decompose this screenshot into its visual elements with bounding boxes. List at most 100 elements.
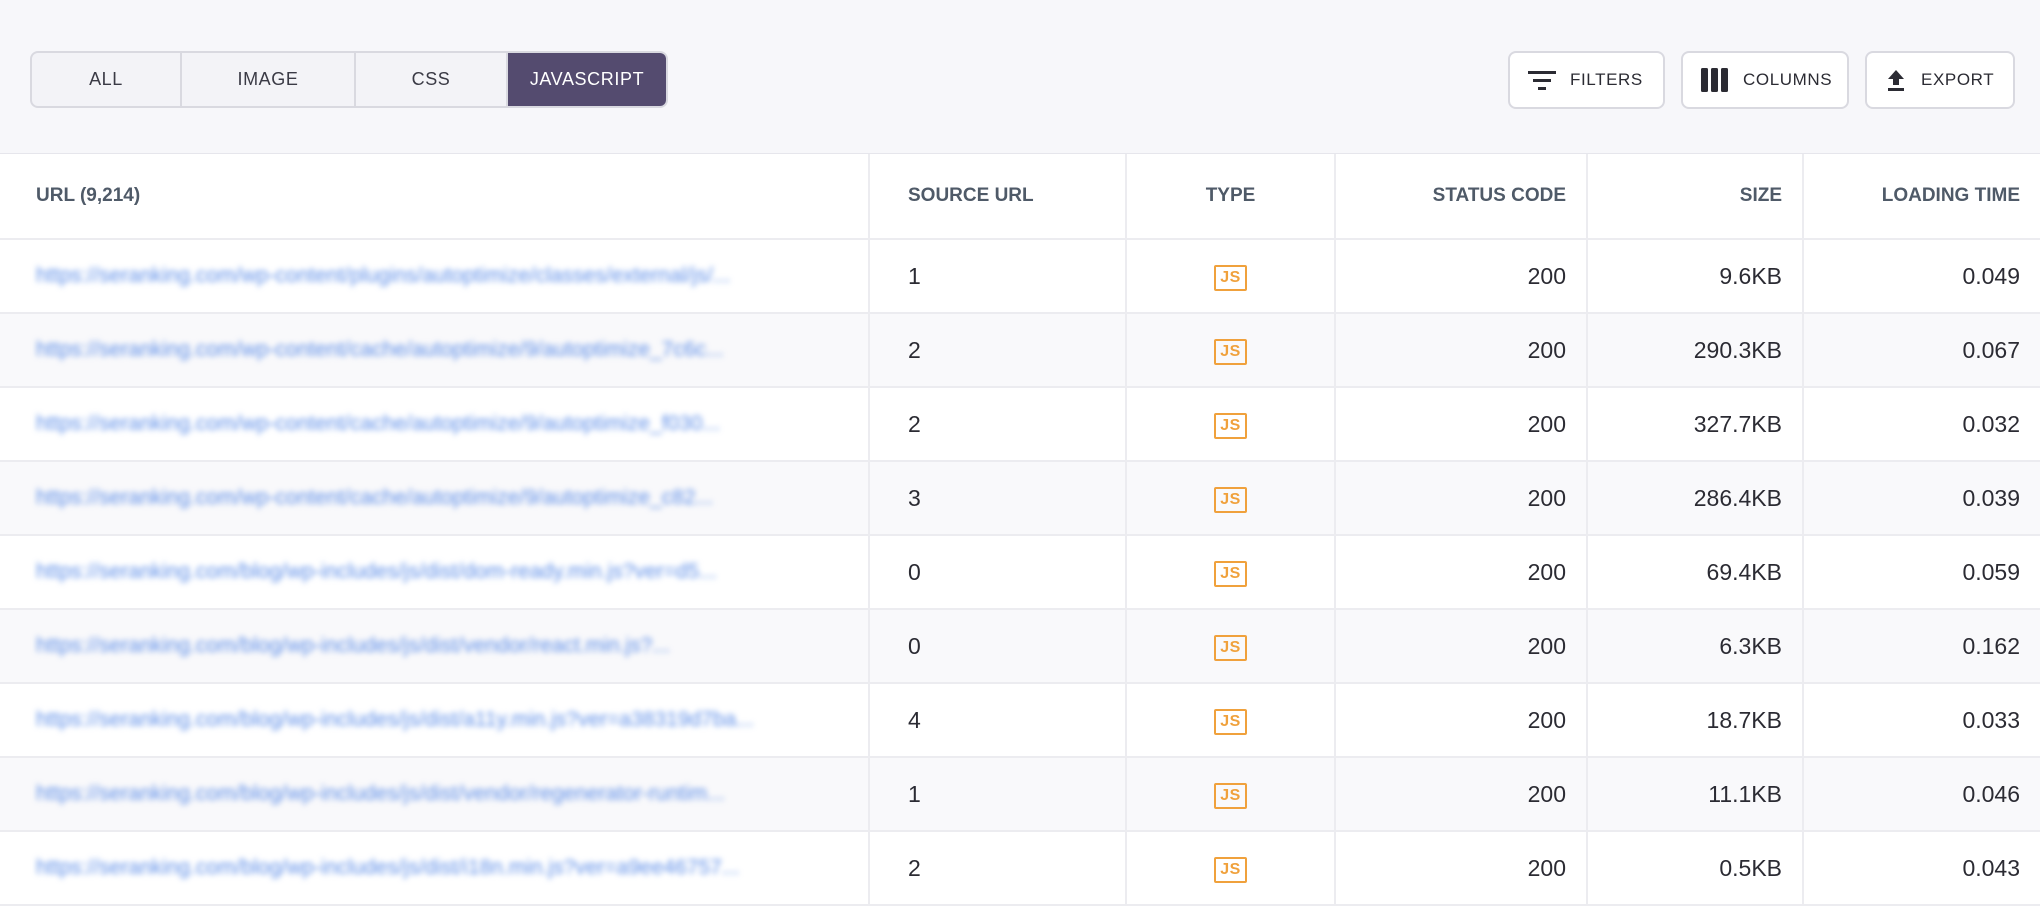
size-cell: 0.5KB bbox=[1587, 831, 1804, 906]
js-badge: JS bbox=[1214, 635, 1247, 661]
source-url-cell[interactable]: 1 bbox=[869, 757, 1127, 832]
column-header-size[interactable]: SIZE bbox=[1587, 154, 1804, 240]
source-url-cell[interactable]: 2 bbox=[869, 831, 1127, 906]
url-cell: https://seranking.com/wp-content/cache/a… bbox=[0, 461, 870, 536]
url-link[interactable]: https://seranking.com/blog/wp-includes/j… bbox=[36, 708, 848, 732]
filter-icon bbox=[1528, 69, 1556, 91]
status-code-cell: 200 bbox=[1335, 313, 1588, 388]
type-cell: JS bbox=[1126, 239, 1336, 314]
table-row: https://seranking.com/wp-content/cache/a… bbox=[0, 313, 2040, 388]
column-header-url[interactable]: URL (9,214) bbox=[0, 154, 870, 240]
loading-time-cell: 0.059 bbox=[1803, 535, 2040, 610]
tab-image[interactable]: IMAGE bbox=[182, 53, 356, 106]
url-cell: https://seranking.com/wp-content/cache/a… bbox=[0, 313, 870, 388]
upload-icon bbox=[1885, 68, 1907, 92]
url-link[interactable]: https://seranking.com/wp-content/plugins… bbox=[36, 264, 848, 288]
status-code-cell: 200 bbox=[1335, 683, 1588, 758]
table-row: https://seranking.com/blog/wp-includes/j… bbox=[0, 535, 2040, 610]
export-label: EXPORT bbox=[1921, 70, 1995, 89]
js-badge: JS bbox=[1214, 339, 1247, 365]
status-code-cell: 200 bbox=[1335, 239, 1588, 314]
url-cell: https://seranking.com/blog/wp-includes/j… bbox=[0, 609, 870, 684]
source-url-cell[interactable]: 2 bbox=[869, 387, 1127, 462]
column-header-source-url[interactable]: SOURCE URL bbox=[869, 154, 1127, 240]
columns-label: COLUMNS bbox=[1743, 70, 1833, 89]
column-header-type[interactable]: TYPE bbox=[1126, 154, 1336, 240]
js-badge: JS bbox=[1214, 265, 1247, 291]
source-url-cell[interactable]: 4 bbox=[869, 683, 1127, 758]
type-cell: JS bbox=[1126, 387, 1336, 462]
status-code-cell: 200 bbox=[1335, 757, 1588, 832]
url-link[interactable]: https://seranking.com/blog/wp-includes/j… bbox=[36, 856, 848, 880]
table-row: https://seranking.com/blog/wp-includes/j… bbox=[0, 609, 2040, 684]
filters-label: FILTERS bbox=[1570, 70, 1643, 89]
size-cell: 286.4KB bbox=[1587, 461, 1804, 536]
type-cell: JS bbox=[1126, 831, 1336, 906]
js-badge: JS bbox=[1214, 783, 1247, 809]
filters-button[interactable]: FILTERS bbox=[1508, 51, 1665, 109]
type-cell: JS bbox=[1126, 683, 1336, 758]
url-cell: https://seranking.com/blog/wp-includes/j… bbox=[0, 535, 870, 610]
type-cell: JS bbox=[1126, 461, 1336, 536]
type-cell: JS bbox=[1126, 313, 1336, 388]
column-header-status-code[interactable]: STATUS CODE bbox=[1335, 154, 1588, 240]
url-link[interactable]: https://seranking.com/wp-content/cache/a… bbox=[36, 486, 848, 510]
table-row: https://seranking.com/wp-content/cache/a… bbox=[0, 387, 2040, 462]
size-cell: 18.7KB bbox=[1587, 683, 1804, 758]
loading-time-cell: 0.162 bbox=[1803, 609, 2040, 684]
url-link[interactable]: https://seranking.com/blog/wp-includes/j… bbox=[36, 560, 848, 584]
url-cell: https://seranking.com/wp-content/cache/a… bbox=[0, 387, 870, 462]
column-header-loading-time[interactable]: LOADING TIME bbox=[1803, 154, 2040, 240]
js-badge: JS bbox=[1214, 857, 1247, 883]
export-button[interactable]: EXPORT bbox=[1865, 51, 2015, 109]
table-header-row: URL (9,214) SOURCE URL TYPE STATUS CODE … bbox=[0, 154, 2040, 240]
loading-time-cell: 0.043 bbox=[1803, 831, 2040, 906]
size-cell: 69.4KB bbox=[1587, 535, 1804, 610]
url-cell: https://seranking.com/blog/wp-includes/j… bbox=[0, 757, 870, 832]
status-code-cell: 200 bbox=[1335, 535, 1588, 610]
size-cell: 11.1KB bbox=[1587, 757, 1804, 832]
source-url-cell[interactable]: 0 bbox=[869, 609, 1127, 684]
source-url-cell[interactable]: 0 bbox=[869, 535, 1127, 610]
table-row: https://seranking.com/wp-content/plugins… bbox=[0, 239, 2040, 314]
status-code-cell: 200 bbox=[1335, 461, 1588, 536]
source-url-cell[interactable]: 3 bbox=[869, 461, 1127, 536]
url-cell: https://seranking.com/wp-content/plugins… bbox=[0, 239, 870, 314]
js-badge: JS bbox=[1214, 709, 1247, 735]
table-row: https://seranking.com/wp-content/cache/a… bbox=[0, 461, 2040, 536]
js-badge: JS bbox=[1214, 561, 1247, 587]
resource-type-tabs: ALL IMAGE CSS JAVASCRIPT bbox=[30, 51, 668, 108]
type-cell: JS bbox=[1126, 535, 1336, 610]
toolbar: ALL IMAGE CSS JAVASCRIPT FILTERS COLUMNS… bbox=[0, 0, 2040, 154]
size-cell: 327.7KB bbox=[1587, 387, 1804, 462]
loading-time-cell: 0.039 bbox=[1803, 461, 2040, 536]
resources-table: URL (9,214) SOURCE URL TYPE STATUS CODE … bbox=[0, 154, 2040, 906]
table-row: https://seranking.com/blog/wp-includes/j… bbox=[0, 757, 2040, 832]
size-cell: 290.3KB bbox=[1587, 313, 1804, 388]
js-badge: JS bbox=[1214, 413, 1247, 439]
source-url-cell[interactable]: 2 bbox=[869, 313, 1127, 388]
size-cell: 6.3KB bbox=[1587, 609, 1804, 684]
status-code-cell: 200 bbox=[1335, 609, 1588, 684]
url-link[interactable]: https://seranking.com/blog/wp-includes/j… bbox=[36, 634, 848, 658]
status-code-cell: 200 bbox=[1335, 831, 1588, 906]
url-cell: https://seranking.com/blog/wp-includes/j… bbox=[0, 831, 870, 906]
url-cell: https://seranking.com/blog/wp-includes/j… bbox=[0, 683, 870, 758]
tab-all[interactable]: ALL bbox=[32, 53, 182, 106]
status-code-cell: 200 bbox=[1335, 387, 1588, 462]
table-row: https://seranking.com/blog/wp-includes/j… bbox=[0, 683, 2040, 758]
loading-time-cell: 0.049 bbox=[1803, 239, 2040, 314]
url-link[interactable]: https://seranking.com/blog/wp-includes/j… bbox=[36, 782, 848, 806]
columns-button[interactable]: COLUMNS bbox=[1681, 51, 1849, 109]
source-url-cell[interactable]: 1 bbox=[869, 239, 1127, 314]
size-cell: 9.6KB bbox=[1587, 239, 1804, 314]
loading-time-cell: 0.032 bbox=[1803, 387, 2040, 462]
tab-javascript[interactable]: JAVASCRIPT bbox=[508, 53, 666, 106]
url-link[interactable]: https://seranking.com/wp-content/cache/a… bbox=[36, 412, 848, 436]
tab-css[interactable]: CSS bbox=[356, 53, 508, 106]
type-cell: JS bbox=[1126, 609, 1336, 684]
url-link[interactable]: https://seranking.com/wp-content/cache/a… bbox=[36, 338, 848, 362]
loading-time-cell: 0.046 bbox=[1803, 757, 2040, 832]
loading-time-cell: 0.033 bbox=[1803, 683, 2040, 758]
columns-icon bbox=[1701, 68, 1729, 92]
